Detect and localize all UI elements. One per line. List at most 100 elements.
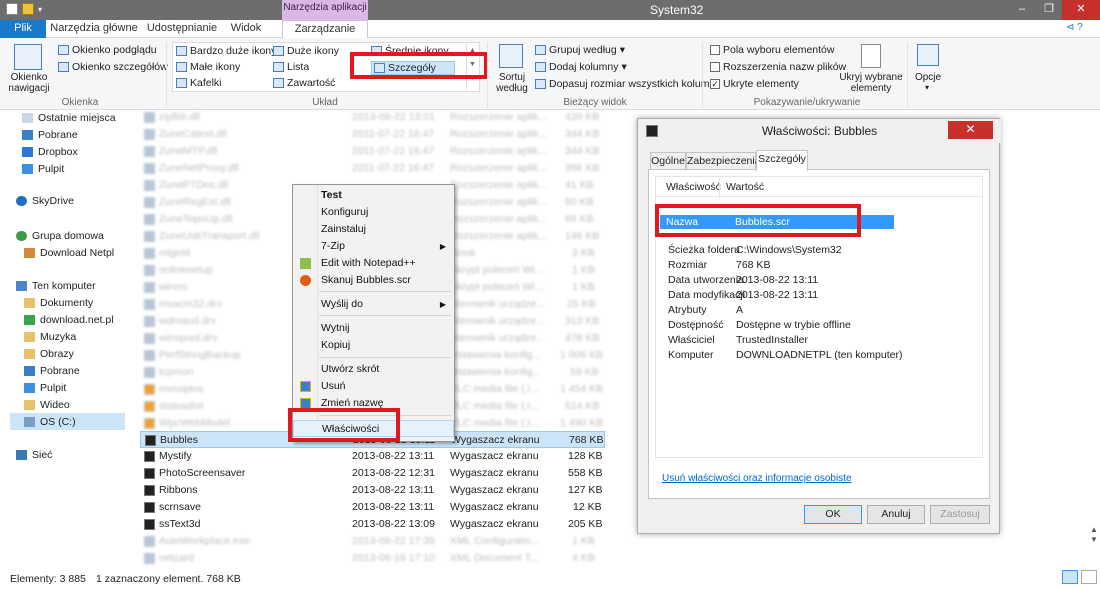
properties-dialog: Właściwości: Bubbles ✕ Ogólne Zabezpiecz… xyxy=(637,118,1001,534)
layout-list[interactable]: Lista xyxy=(273,61,309,73)
cancel-button[interactable]: Anuluj xyxy=(867,505,925,524)
maximize-button[interactable]: ❐ xyxy=(1036,0,1062,20)
navigation-pane-button[interactable]: Okienko nawigacji xyxy=(4,72,54,94)
layout-large-icons[interactable]: Duże ikony xyxy=(273,45,339,57)
details-view-icon[interactable] xyxy=(1062,570,1078,584)
dialog-tab-security[interactable]: Zabezpieczenia xyxy=(686,152,761,170)
menu-item-delete[interactable]: Usuń xyxy=(293,378,454,395)
layout-extra-large-icons[interactable]: Bardzo duże ikony xyxy=(176,45,276,57)
nav-item-recent-places[interactable]: Ostatnie miejsca xyxy=(22,109,152,126)
dialog-close-button[interactable]: ✕ xyxy=(948,121,993,139)
file-row-blurred[interactable]: ZuneNetProxy.dll 2011-07-22 16:47 Rozszerz… xyxy=(140,160,605,177)
dialog-tab-general[interactable]: Ogólne xyxy=(650,152,686,170)
group-label-biezacy: Bieżący widok xyxy=(563,97,627,108)
tab-manage[interactable]: Zarządzanie xyxy=(282,20,368,38)
nav-item-drive-c[interactable]: OS (C:) xyxy=(10,413,125,430)
nav-item-videos[interactable]: Wideo xyxy=(24,396,154,413)
navigation-pane-icon[interactable] xyxy=(14,44,42,70)
tab-plik[interactable]: Plik xyxy=(0,20,46,38)
properties-icon[interactable] xyxy=(6,3,18,15)
sort-by-button[interactable]: Sortuj według xyxy=(489,72,535,94)
layout-tiles[interactable]: Kafelki xyxy=(176,77,222,89)
property-row[interactable]: Komputer DOWNLOADNETPL (ten komputer) xyxy=(656,348,976,363)
nav-item-downloads-2[interactable]: Pobrane xyxy=(24,362,154,379)
nav-item-user[interactable]: Download Netpl xyxy=(24,244,154,261)
nav-item-desktop[interactable]: Pulpit xyxy=(22,160,152,177)
nav-item-desktop-2[interactable]: Pulpit xyxy=(24,379,154,396)
column-header-value[interactable]: Wartość xyxy=(719,177,764,197)
menu-item-create-shortcut[interactable]: Utwórz skrót xyxy=(293,361,454,378)
preview-pane-button[interactable]: Okienko podglądu xyxy=(58,44,157,56)
qat-dropdown-icon[interactable]: ▾ xyxy=(38,5,42,14)
nav-item-downloads[interactable]: Pobrane xyxy=(22,126,152,143)
file-row[interactable]: Ribbons 2013-08-22 13:11 Wygaszacz ekranu 1… xyxy=(140,482,605,499)
layout-content[interactable]: Zawartość xyxy=(273,77,335,89)
menu-item-7zip[interactable]: 7-Zip ▶ xyxy=(293,238,454,255)
ok-button[interactable]: OK xyxy=(804,505,862,524)
property-row[interactable]: Właściciel TrustedInstaller xyxy=(656,333,976,348)
item-checkboxes-toggle[interactable]: Pola wyboru elementów xyxy=(710,44,834,56)
scrollbar-arrows[interactable]: ▲ ▼ xyxy=(1090,525,1098,545)
menu-item-send-to[interactable]: Wyślij do ▶ xyxy=(293,296,454,313)
file-row-blurred[interactable]: AutoWorkplace.exe 2013-08-22 17:35 XML Con… xyxy=(140,533,605,550)
property-row[interactable]: Ścieżka folderu C:\Windows\System32 xyxy=(656,243,976,258)
hidden-items-toggle[interactable]: ✓ Ukryte elementy xyxy=(710,78,799,90)
nav-item-music[interactable]: Muzyka xyxy=(24,328,154,345)
options-icon[interactable] xyxy=(917,44,939,66)
file-row[interactable]: Mystify 2013-08-22 13:11 Wygaszacz ekranu 1… xyxy=(140,448,605,465)
list-header: Właściwość Wartość xyxy=(656,177,982,197)
menu-item-install[interactable]: Zainstaluj xyxy=(293,221,454,238)
menu-item-cut[interactable]: Wytnij xyxy=(293,320,454,337)
nav-item-this-pc[interactable]: Ten komputer xyxy=(16,277,146,294)
property-row[interactable]: Data utworzenia 2013-08-22 13:11 xyxy=(656,273,976,288)
add-columns-button[interactable]: Dodaj kolumny ▾ xyxy=(535,61,627,73)
nav-item-network[interactable]: Sieć xyxy=(16,446,146,463)
file-row-blurred[interactable]: netzard 2013-06-18 17:10 XML Document T...… xyxy=(140,550,605,567)
file-row-blurred[interactable]: ZuneMTP.dll 2011-07-22 16:47 Rozszerzenie … xyxy=(140,143,605,160)
property-row[interactable]: Data modyfikacji 2013-08-22 13:11 xyxy=(656,288,976,303)
menu-item-test[interactable]: Test xyxy=(293,187,454,204)
nav-item-network-folder[interactable]: download.net.pl xyxy=(24,311,154,328)
property-row[interactable]: Atrybuty A xyxy=(656,303,976,318)
options-button[interactable]: Opcje xyxy=(910,72,946,83)
tab-share[interactable]: Udostępnianie xyxy=(140,20,224,38)
fit-columns-button[interactable]: Dopasuj rozmiar wszystkich kolumn xyxy=(535,78,715,90)
fit-columns-icon xyxy=(535,79,546,89)
menu-item-notepadpp[interactable]: Edit with Notepad++ xyxy=(293,255,454,272)
hide-selected-button[interactable]: Ukryj wybrane elementy xyxy=(838,72,904,94)
apply-button[interactable]: Zastosuj xyxy=(930,505,990,524)
large-icons-view-icon[interactable] xyxy=(1081,570,1097,584)
close-button[interactable]: ✕ xyxy=(1062,0,1100,20)
nav-item-pictures[interactable]: Obrazy xyxy=(24,345,154,362)
tab-home[interactable]: Narzędzia główne xyxy=(50,20,138,38)
minimize-button[interactable]: – xyxy=(1008,0,1036,20)
property-row[interactable]: Dostępność Dostępne w trybie offline xyxy=(656,318,976,333)
file-row-blurred[interactable]: ZuneCatext.dll 2011-07-22 16:47 Rozszerzen… xyxy=(140,126,605,143)
remove-properties-link[interactable]: Usuń właściwości oraz informacje osobist… xyxy=(662,473,852,484)
menu-item-configure[interactable]: Konfiguruj xyxy=(293,204,454,221)
nav-item-skydrive[interactable]: SkyDrive xyxy=(16,192,146,209)
file-row-blurred[interactable]: zipfldr.dll 2013-08-22 13:01 Rozszerzenie … xyxy=(140,109,605,126)
folder-icon[interactable] xyxy=(22,3,34,15)
nav-item-dropbox[interactable]: Dropbox xyxy=(22,143,152,160)
file-row[interactable]: PhotoScreensaver 2013-08-22 12:31 Wygaszac… xyxy=(140,465,605,482)
hide-selected-icon[interactable] xyxy=(861,44,881,68)
file-row[interactable]: ssText3d 2013-08-22 13:09 Wygaszacz ekranu… xyxy=(140,516,605,533)
menu-item-scan[interactable]: Skanuj Bubbles.scr xyxy=(293,272,454,289)
options-dropdown-icon[interactable]: ▾ xyxy=(925,83,929,92)
menu-item-copy[interactable]: Kopiuj xyxy=(293,337,454,354)
file-row[interactable]: scrnsave 2013-08-22 13:11 Wygaszacz ekranu… xyxy=(140,499,605,516)
nav-item-documents[interactable]: Dokumenty xyxy=(24,294,154,311)
file-extensions-toggle[interactable]: Rozszerzenia nazw plików xyxy=(710,61,846,73)
details-pane-button[interactable]: Okienko szczegółów xyxy=(58,61,168,73)
group-by-button[interactable]: Grupuj według ▾ xyxy=(535,44,625,56)
column-header-property[interactable]: Właściwość xyxy=(666,177,721,197)
property-row[interactable]: Rozmiar 768 KB xyxy=(656,258,976,273)
quick-access-toolbar: ▾ xyxy=(6,3,42,15)
dialog-tab-details[interactable]: Szczegóły xyxy=(756,150,808,171)
sort-icon[interactable] xyxy=(499,44,523,68)
tab-view[interactable]: Widok xyxy=(226,20,266,38)
nav-item-homegroup[interactable]: Grupa domowa xyxy=(16,227,146,244)
ribbon-collapse-icon[interactable]: ⊲ ? xyxy=(1066,22,1083,33)
layout-small-icons[interactable]: Małe ikony xyxy=(176,61,240,73)
